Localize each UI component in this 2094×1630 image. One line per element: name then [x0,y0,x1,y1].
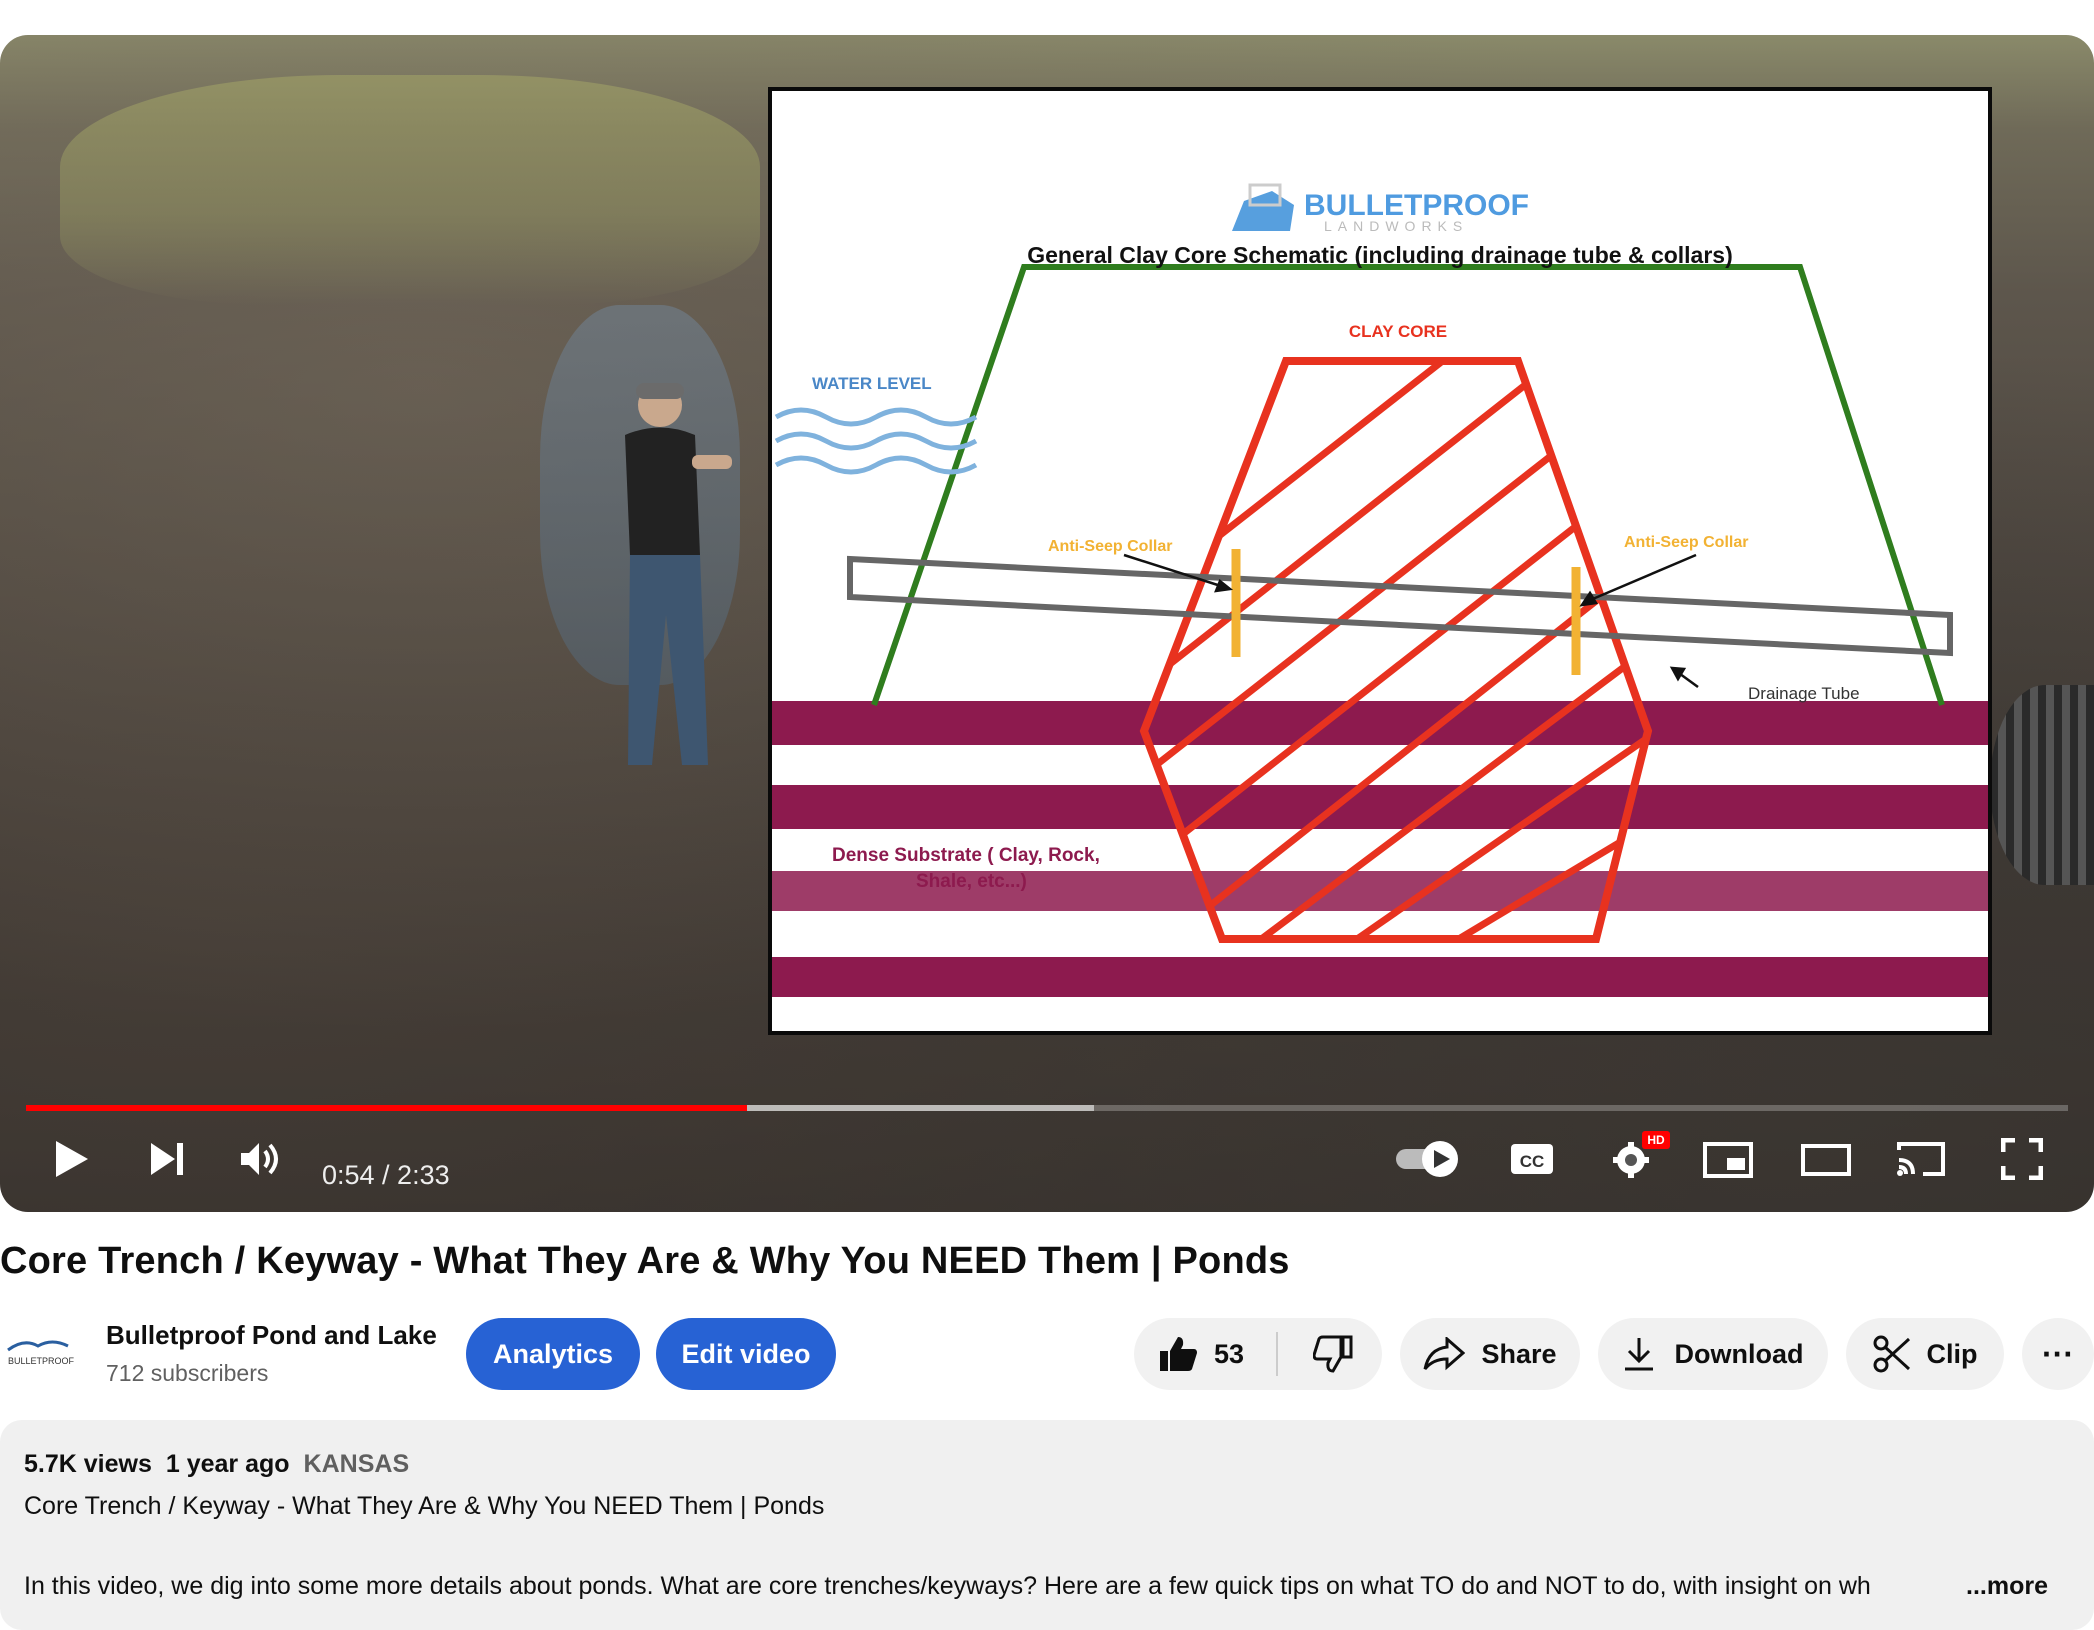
substrate-label-1: Dense Substrate ( Clay, Rock, [832,845,1100,866]
more-actions-button[interactable]: ··· [2022,1318,2094,1390]
bulletproof-logo [1232,183,1294,231]
video-title: Core Trench / Keyway - What They Are & W… [0,1240,1290,1282]
thumbs-up-icon [1160,1337,1197,1371]
person-figure [625,383,732,765]
analytics-button[interactable]: Analytics [466,1318,640,1390]
substrate-label-2: Shale, etc...) [916,871,1027,892]
like-button[interactable]: 53 [1134,1318,1244,1390]
cast-icon [1897,1142,1945,1176]
cc-icon: CC [1511,1144,1553,1174]
upload-age: 1 year ago [165,1450,290,1478]
download-button[interactable]: Download [1598,1318,1828,1390]
thumbs-down-icon [1313,1335,1353,1373]
svg-text:BULLETPROOF: BULLETPROOF [8,1356,75,1366]
video-meta: 5.7K views 1 year ago KANSAS [24,1450,423,1479]
miniplayer-button[interactable] [1702,1141,1754,1179]
channel-avatar[interactable]: BULLETPROOF [0,1322,82,1382]
fullscreen-button[interactable] [2000,1137,2044,1181]
fullscreen-icon [2001,1138,2043,1180]
cast-button[interactable] [1894,1139,1948,1179]
background-field [60,75,760,305]
miniplayer-icon [1703,1142,1753,1178]
logo-subtext: LANDWORKS [1324,218,1468,234]
download-label: Download [1674,1338,1804,1369]
like-divider [1276,1332,1278,1376]
play-icon [56,1141,88,1177]
channel-logo-icon: BULLETPROOF [7,1340,75,1366]
edit-video-button[interactable]: Edit video [656,1318,836,1390]
clip-label: Clip [1926,1338,1978,1369]
anti-seep-right-label: Anti-Seep Collar [1624,534,1748,551]
anti-seep-left-label: Anti-Seep Collar [1048,538,1172,555]
like-count: 53 [1214,1338,1245,1369]
autoplay-toggle[interactable] [1394,1139,1458,1179]
theater-button[interactable] [1800,1143,1852,1177]
volume-icon [241,1143,278,1175]
share-icon [1423,1337,1466,1371]
hd-badge: HD [1642,1131,1670,1149]
drainage-tube-label: Drainage Tube [1748,684,1860,703]
share-button[interactable]: Share [1400,1318,1580,1390]
water-level-label: WATER LEVEL [812,374,932,393]
like-dislike-group: 53 [1134,1318,1382,1390]
culvert-pipe [1990,685,2094,885]
progress-bar[interactable] [26,1105,2068,1111]
schematic-overlay: BULLETPROOF LANDWORKS General Clay Core … [768,87,1992,1035]
description-fade [1880,1565,1966,1605]
autoplay-toggle-icon [1396,1141,1458,1177]
theater-icon [1801,1144,1851,1176]
location-tag[interactable]: KANSAS [304,1450,410,1478]
description-title-line: Core Trench / Keyway - What They Are & W… [24,1492,825,1520]
schematic-title: General Clay Core Schematic (including d… [1027,242,1733,268]
video-player[interactable]: BULLETPROOF LANDWORKS General Clay Core … [0,35,2094,1212]
time-display: 0:54 / 2:33 [322,1160,450,1190]
dislike-button[interactable] [1298,1318,1368,1390]
show-more-button[interactable]: ...more [1966,1572,2048,1601]
share-label: Share [1481,1338,1557,1369]
description-text: In this video, we dig into some more det… [24,1572,1871,1600]
captions-button[interactable]: CC [1508,1139,1556,1179]
clay-core-label: CLAY CORE [1349,322,1447,341]
volume-button[interactable] [236,1135,286,1183]
scissors-icon [1873,1335,1910,1373]
water-waves [774,407,978,475]
download-icon [1624,1338,1653,1371]
next-button[interactable] [146,1137,190,1181]
svg-text:CC: CC [1520,1152,1545,1171]
next-icon [151,1143,183,1175]
view-count: 5.7K views [24,1450,152,1478]
clip-button[interactable]: Clip [1846,1318,2004,1390]
progress-played [26,1105,747,1111]
subscriber-count: 712 subscribers [106,1360,269,1386]
play-button[interactable] [50,1135,94,1183]
channel-name[interactable]: Bulletproof Pond and Lake [106,1320,437,1351]
